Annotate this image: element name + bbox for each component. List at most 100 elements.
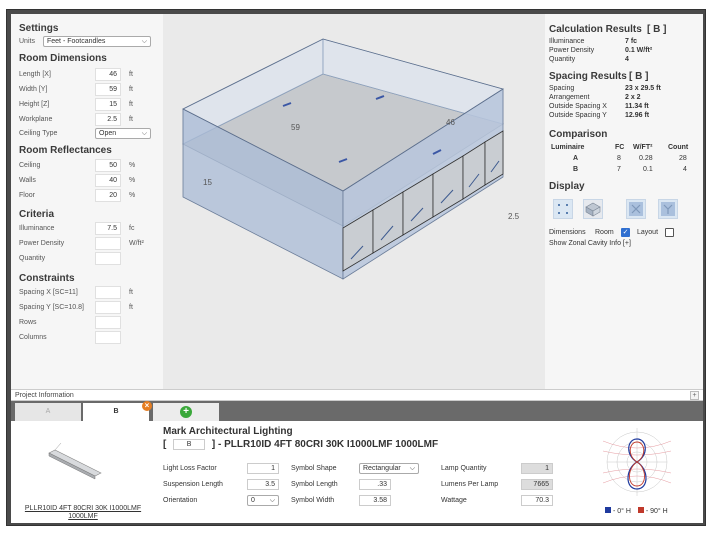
product-line: [ B ] - PLLR10ID 4FT 80CRI 30K I1000LMF … [163, 439, 438, 450]
comparison-header: W/FT² [633, 144, 653, 151]
workplane-label: Workplane [19, 116, 53, 123]
length-label: Length [X] [19, 71, 51, 78]
room-3d-drawing: 59 46 15 2.5 [182, 38, 520, 280]
spacing-y-input[interactable] [95, 301, 121, 314]
floor-reflectance-input[interactable]: 20 [95, 189, 121, 202]
spacing-y-unit: ft [129, 304, 133, 311]
settings-panel: Settings Units Feet - Footcandles ⌵ Room … [11, 14, 163, 389]
layout-checkbox[interactable] [665, 228, 674, 237]
expand-icon[interactable]: + [690, 391, 699, 400]
length-unit: ft [129, 71, 133, 78]
comparison-header: Count [668, 144, 689, 151]
comparison-cell: 8 [617, 155, 621, 162]
power-density-input[interactable] [95, 237, 121, 250]
room-checkbox[interactable]: ✓ [621, 228, 630, 237]
comparison-cell: 28 [679, 155, 687, 162]
wattage-input[interactable]: 70.3 [521, 495, 553, 506]
lamp-quantity-input[interactable]: 1 [521, 463, 553, 474]
chevron-down-icon: ⌵ [269, 497, 275, 504]
illuminance-input[interactable]: 7.5 [95, 222, 121, 235]
height-unit: ft [129, 101, 133, 108]
arrangement-label: Arrangement [549, 94, 590, 101]
symbol-shape-label: Symbol Shape [291, 465, 337, 472]
legend-label-0h: - 0° H [612, 508, 631, 515]
symbol-length-input[interactable]: .33 [359, 479, 391, 490]
outside-spacing-y-label: Outside Spacing Y [549, 112, 607, 119]
calc-quantity-label: Quantity [549, 56, 576, 63]
units-select[interactable]: Feet - Footcandles ⌵ [43, 36, 151, 47]
tab-add[interactable]: + [153, 403, 219, 421]
grid-view-icon[interactable] [553, 199, 573, 219]
window-frame: Settings Units Feet - Footcandles ⌵ Room … [6, 9, 706, 526]
workplane-unit: ft [129, 116, 133, 123]
ceiling-type-select[interactable]: Open ⌵ [95, 128, 151, 139]
comparison-cell: A [573, 155, 579, 162]
workplane-input[interactable]: 2.5 [95, 113, 121, 126]
spacing-results-tag: [ B ] [629, 71, 649, 82]
legend-swatch-90h [637, 507, 644, 513]
side-view-icon[interactable] [658, 199, 678, 219]
walls-reflectance-input[interactable]: 40 [95, 174, 121, 187]
legend-swatch-0h [605, 507, 611, 513]
llf-input[interactable]: 1 [247, 463, 279, 474]
dimensions-label: Dimensions [549, 229, 586, 236]
width-unit: ft [129, 86, 133, 93]
luminaire-picture [48, 442, 102, 480]
tag-input[interactable]: B [173, 439, 206, 450]
room-dimensions-title: Room Dimensions [19, 53, 107, 64]
open-bracket: [ [163, 439, 167, 451]
display-title: Display [549, 181, 585, 192]
close-icon[interactable]: × [142, 401, 152, 411]
width-input[interactable]: 59 [95, 83, 121, 96]
suspension-length-input[interactable]: 3.5 [247, 479, 279, 490]
criteria-title: Criteria [19, 209, 55, 220]
dim-height-label: 15 [203, 178, 212, 187]
height-input[interactable]: 15 [95, 98, 121, 111]
calc-illuminance-label: Illuminance [549, 38, 585, 45]
comparison-header: FC [615, 144, 625, 151]
lamp-quantity-label: Lamp Quantity [441, 465, 487, 472]
calc-quantity-value: 4 [625, 56, 629, 63]
tab-luminaire-a[interactable]: A [15, 403, 81, 421]
iso-view-icon[interactable] [583, 199, 603, 219]
app: Settings Units Feet - Footcandles ⌵ Room … [11, 14, 703, 523]
floor-unit: % [129, 192, 136, 199]
columns-input[interactable] [95, 331, 121, 344]
walls-unit: % [129, 177, 136, 184]
add-tab-icon[interactable]: + [180, 406, 192, 418]
front-view-icon[interactable] [626, 199, 646, 219]
chevron-down-icon: ⌵ [141, 130, 147, 137]
quantity-input[interactable] [95, 252, 121, 265]
wattage-label: Wattage [441, 497, 467, 504]
suspension-length-label: Suspension Length [163, 481, 223, 488]
zonal-cavity-toggle[interactable]: Show Zonal Cavity Info [+] [549, 240, 631, 247]
tab-label: A [45, 408, 51, 415]
length-input[interactable]: 46 [95, 68, 121, 81]
spacing-x-input[interactable] [95, 286, 121, 299]
walls-label: Walls [19, 177, 36, 184]
luminaire-image [41, 442, 111, 483]
room-3d-viewport[interactable]: 59 46 15 2.5 [163, 14, 545, 389]
calc-power-density-label: Power Density [549, 47, 595, 54]
tab-label: B [113, 408, 119, 415]
symbol-width-input[interactable]: 3.58 [359, 495, 391, 506]
power-density-unit: W/ft² [129, 240, 144, 247]
comparison-cell: 0.28 [639, 155, 653, 162]
layout-checkbox-label: Layout [637, 229, 659, 236]
units-label: Units [19, 38, 35, 45]
constraints-title: Constraints [19, 273, 75, 284]
units-value: Feet - Footcandles [47, 38, 106, 45]
project-information-bar[interactable]: Project Information + [11, 389, 703, 401]
rows-input[interactable] [95, 316, 121, 329]
ceiling-type-label: Ceiling Type [19, 130, 58, 137]
spacing-y-label: Spacing Y [SC=10.8] [19, 304, 84, 311]
symbol-shape-select[interactable]: Rectangular ⌵ [359, 463, 419, 474]
width-label: Width [Y] [19, 86, 48, 93]
arrangement-value: 2 x 2 [625, 94, 641, 101]
ceiling-reflectance-input[interactable]: 50 [95, 159, 121, 172]
tab-luminaire-b[interactable]: B × [83, 401, 152, 421]
orientation-select[interactable]: 0 ⌵ [247, 495, 279, 506]
lumens-per-lamp-input[interactable]: 7665 [521, 479, 553, 490]
height-label: Height [Z] [19, 101, 50, 108]
lumens-per-lamp-label: Lumens Per Lamp [441, 481, 499, 488]
